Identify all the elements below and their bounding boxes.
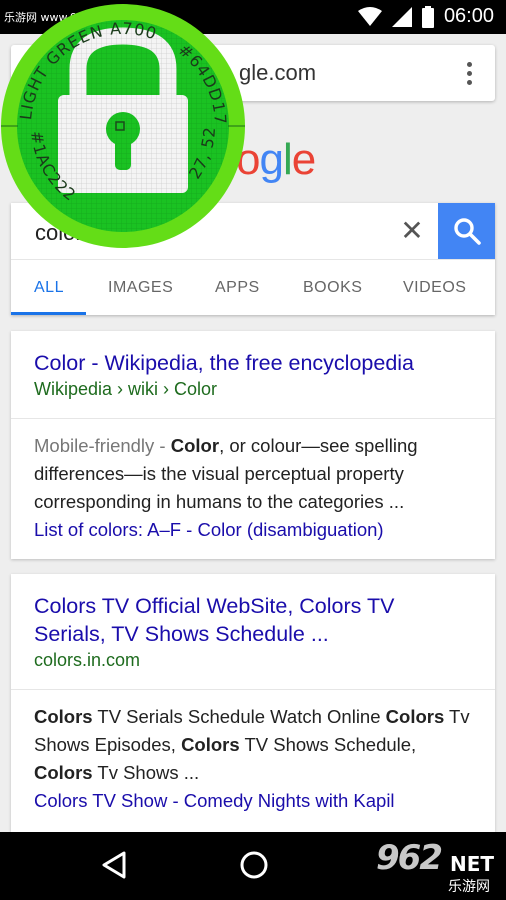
result-url: Wikipedia › wiki › Color (34, 379, 218, 399)
wifi-icon (357, 6, 382, 26)
snippet-bold: Colors (34, 706, 93, 727)
logo-letter: e (291, 135, 317, 184)
snippet-bold: Colors (34, 762, 93, 783)
navigation-bar: 962 NET 乐游网 (0, 832, 506, 900)
result-url: colors.in.com (34, 650, 141, 670)
more-vert-icon[interactable] (467, 62, 473, 86)
brand-chinese: 乐游网 (448, 879, 490, 895)
home-circle-icon[interactable] (239, 850, 269, 880)
url-text[interactable]: gle.com (239, 60, 316, 86)
back-triangle-icon[interactable] (100, 850, 128, 880)
logo-letter: g (259, 135, 284, 184)
status-icons: 06:00 (357, 5, 494, 28)
sitelinks[interactable]: List of colors: A–F - Color (disambiguat… (34, 519, 384, 540)
result-snippet: Colors TV Serials Schedule Watch Online … (11, 690, 495, 831)
snippet-bold: Color (170, 435, 220, 456)
snippet-bold: Colors (385, 706, 445, 727)
result-title-link[interactable]: Color - Wikipedia, the free encyclopedia (34, 349, 472, 377)
battery-icon (421, 5, 434, 28)
result-header: Colors TV Official WebSite, Colors TV Se… (11, 574, 495, 690)
snippet-bold: Colors (181, 734, 240, 755)
active-tab-indicator (11, 312, 86, 315)
search-icon (453, 218, 481, 245)
snippet-text: TV Shows Schedule, (239, 734, 417, 755)
tab-books[interactable]: BOOKS (303, 260, 362, 316)
tab-videos[interactable]: VIDEOS (403, 260, 466, 316)
close-icon[interactable]: ✕ (396, 213, 428, 249)
result-snippet: Mobile-friendly - Color, or colour—see s… (11, 419, 495, 560)
brand-number: 962 (376, 838, 443, 878)
snippet-text: Colors TV Serials Schedule Watch Online … (34, 706, 470, 783)
tab-apps[interactable]: APPS (215, 260, 260, 316)
color-lock-overlay: LIGHT GREEN A700 #64DD17 #1AC222 27, 52 (1, 4, 245, 248)
brand-suffix: NET (450, 852, 495, 876)
snippet-text: TV Serials Schedule Watch Online (92, 706, 386, 727)
logo-letter: l (282, 135, 293, 184)
result-title-link[interactable]: Colors TV Official WebSite, Colors TV Se… (34, 592, 472, 648)
brand-watermark: 962 NET 乐游网 (368, 832, 502, 898)
tab-all[interactable]: ALL (34, 260, 64, 316)
result-card: Colors TV Official WebSite, Colors TV Se… (11, 574, 495, 832)
sitelinks[interactable]: Colors TV Show - Comedy Nights with Kapi… (34, 790, 395, 811)
result-card: Color - Wikipedia, the free encyclopedia… (11, 331, 495, 559)
search-button[interactable] (438, 203, 495, 259)
signal-icon (391, 6, 412, 27)
clock: 06:00 (443, 5, 494, 27)
search-tabs: ALL IMAGES APPS BOOKS VIDEOS (11, 259, 495, 315)
mobile-friendly-label: Mobile-friendly - (34, 435, 171, 456)
snippet-text: Tv Shows ... (92, 762, 200, 783)
result-header: Color - Wikipedia, the free encyclopedia… (11, 331, 495, 419)
tab-images[interactable]: IMAGES (108, 260, 173, 316)
